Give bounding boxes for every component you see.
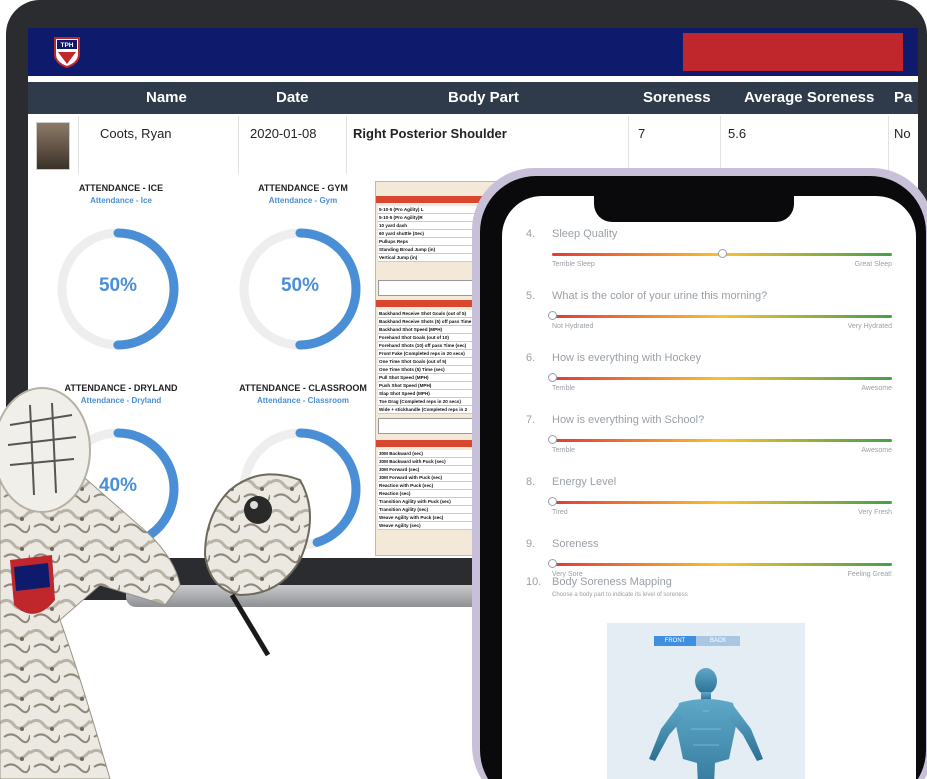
column-body-part[interactable]: Body Part (448, 89, 519, 106)
phone-screen: 4. Sleep Quality Terrible Sleep Great Sleep… (502, 196, 916, 779)
phone-bezel: 4. Sleep Quality Terrible Sleep Great Sleep… (480, 176, 926, 779)
header-action-button[interactable] (683, 33, 903, 71)
attendance-gym-value: 50% (280, 275, 320, 296)
goalie-mask-icon (0, 387, 91, 513)
attendance-ice-title: ATTENDANCE - ICE (78, 183, 164, 193)
front-view-button[interactable]: FRONT (654, 636, 696, 646)
body-soreness-map[interactable]: FRONT BACK (607, 623, 805, 779)
slider-min-label: Terrible (552, 385, 575, 392)
logo-text: TPH (61, 42, 74, 49)
attendance-gym-subtitle: Attendance - Gym (268, 196, 338, 205)
cell-pa: No (894, 126, 911, 141)
question-text: How is everything with Hockey (552, 352, 702, 364)
cell-date: 2020-01-08 (250, 126, 317, 141)
blocker-glove-icon (203, 473, 311, 657)
body-figure-icon[interactable] (631, 659, 781, 779)
slider-max-label: Great Sleep (854, 261, 892, 268)
attendance-ice-value: 50% (98, 275, 138, 296)
avatar (36, 122, 70, 170)
body-view-toggle[interactable]: FRONT BACK (654, 636, 744, 646)
rating-slider[interactable] (548, 373, 892, 382)
slider-min-label: Tired (552, 509, 568, 516)
rating-slider[interactable] (548, 497, 892, 506)
question-text: Energy Level (552, 476, 617, 488)
slider-knob[interactable] (548, 435, 557, 444)
slider-knob[interactable] (718, 249, 727, 258)
question-text: Sleep Quality (552, 228, 618, 240)
phone-frame: 4. Sleep Quality Terrible Sleep Great Sleep… (472, 168, 927, 779)
slider-max-label: Very Hydrated (847, 323, 892, 330)
slider-min-label: Terrible Sleep (552, 261, 595, 268)
back-view-button[interactable]: BACK (696, 636, 740, 646)
attendance-gym-title: ATTENDANCE - GYM (258, 183, 348, 193)
slider-knob[interactable] (548, 497, 557, 506)
cell-average-soreness: 5.6 (728, 126, 747, 141)
question-number: 5. (526, 290, 536, 302)
column-average-soreness[interactable]: Average Soreness (744, 89, 874, 106)
marketing-composite: TPH Name Date Body Part Soreness Average… (0, 0, 927, 779)
question-text: Body Soreness Mapping (552, 576, 672, 588)
attendance-gym-card: ATTENDANCE - GYM Attendance - Gym 50% (218, 183, 388, 350)
table-header: Name Date Body Part Soreness Average Sor… (28, 82, 918, 114)
question-number: 9. (526, 538, 536, 550)
slider-knob[interactable] (548, 559, 557, 568)
attendance-ice-card: ATTENDANCE - ICE Attendance - Ice 50% (36, 183, 206, 350)
cell-name: Coots, Ryan (100, 126, 172, 141)
slider-max-label: Feeling Great! (847, 571, 892, 578)
table-row[interactable]: Coots, Ryan 2020-01-08 Right Posterior S… (28, 116, 918, 174)
column-name[interactable]: Name (146, 89, 187, 106)
slider-min-label: Not Hydrated (552, 323, 594, 330)
question-number: 4. (526, 228, 536, 240)
rating-slider[interactable] (548, 435, 892, 444)
cell-body-part: Right Posterior Shoulder (353, 126, 507, 141)
app-header: TPH (28, 28, 918, 76)
rating-slider[interactable] (548, 559, 892, 568)
question-number: 8. (526, 476, 536, 488)
question-text: How is everything with School? (552, 414, 705, 426)
column-date[interactable]: Date (276, 89, 309, 106)
team-crest-icon (10, 555, 55, 614)
column-pa[interactable]: Pa (894, 89, 912, 106)
question-number: 6. (526, 352, 536, 364)
slider-max-label: Awesome (861, 447, 892, 454)
slider-max-label: Awesome (861, 385, 892, 392)
column-soreness[interactable]: Soreness (643, 89, 711, 106)
slider-knob[interactable] (548, 373, 557, 382)
cell-soreness: 7 (638, 126, 646, 141)
slider-max-label: Very Fresh (858, 509, 892, 516)
goalie-player-image (0, 387, 311, 779)
attendance-ice-subtitle: Attendance - Ice (90, 196, 152, 205)
question-text: What is the color of your urine this mor… (552, 290, 768, 302)
slider-min-label: Terrible (552, 447, 575, 454)
slider-knob[interactable] (548, 311, 557, 320)
question-number: 10. (526, 576, 542, 588)
question-text: Soreness (552, 538, 599, 550)
phone-notch (594, 196, 794, 222)
rating-slider[interactable] (552, 249, 892, 258)
question-hint: Choose a body part to indicate its level… (552, 592, 688, 598)
rating-slider[interactable] (548, 311, 892, 320)
question-number: 7. (526, 414, 536, 426)
team-logo-icon[interactable]: TPH (52, 36, 82, 68)
